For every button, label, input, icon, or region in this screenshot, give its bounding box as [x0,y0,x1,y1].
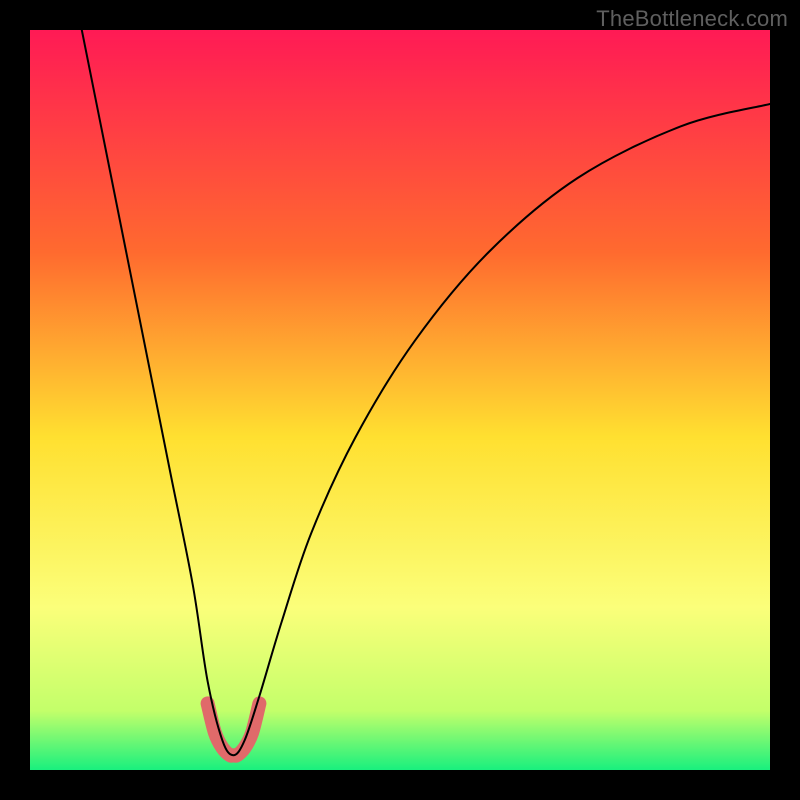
gradient-background [30,30,770,770]
plot-area [30,30,770,770]
chart-svg [30,30,770,770]
chart-container: TheBottleneck.com [0,0,800,800]
watermark-label: TheBottleneck.com [596,6,788,32]
